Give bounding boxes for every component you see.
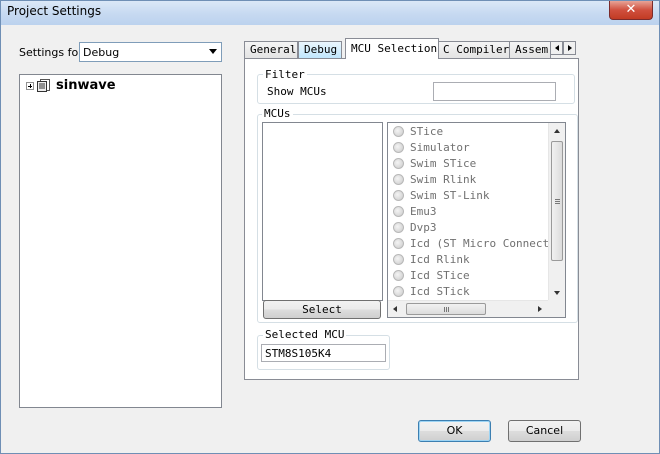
project-settings-dialog: Project Settings ✕ Settings for: Debug s… (0, 0, 660, 454)
tree-item-label: sinwave (56, 78, 116, 93)
radio-icon (393, 270, 404, 281)
show-mcus-input[interactable] (433, 82, 556, 101)
mcu-option-label: Swim STice (410, 157, 477, 170)
tab-label: Assem (515, 43, 549, 56)
horizontal-scroll-thumb[interactable] (406, 303, 486, 315)
mcu-option-label: Icd (ST Micro Connect d (410, 237, 548, 250)
mcu-category-list[interactable] (262, 122, 383, 301)
settings-for-value: Debug (83, 46, 120, 59)
radio-icon (393, 174, 404, 185)
close-button[interactable]: ✕ (609, 1, 653, 20)
filter-group-title: Filter (263, 68, 307, 81)
chevron-down-icon[interactable] (209, 49, 217, 54)
tab-scroll-left-button[interactable] (550, 41, 563, 55)
mcu-option-label: Swim ST-Link (410, 189, 490, 202)
tab-label: MCU Selection (351, 42, 438, 55)
mcu-option-label: Icd STice (410, 269, 470, 282)
tab-mcu-selection[interactable]: MCU Selection (345, 38, 439, 59)
mcu-option-label: Icd Rlink (410, 253, 470, 266)
mcu-option-label: Swim Rlink (410, 173, 477, 186)
tab-c-compiler[interactable]: C Compiler (437, 41, 510, 59)
cancel-button-label: Cancel (525, 424, 564, 437)
project-tree: sinwave (19, 74, 222, 408)
radio-icon (393, 206, 404, 217)
project-icon (37, 79, 50, 92)
selected-mcu-group-title: Selected MCU (263, 328, 347, 341)
tab-general[interactable]: General (244, 41, 298, 59)
tab-label: General (250, 43, 297, 56)
mcu-option-label: Emu3 (410, 205, 437, 218)
tab-scroll-right-button[interactable] (563, 41, 576, 55)
settings-for-label: Settings for: (19, 46, 87, 59)
selected-mcu-field: STM8S105K4 (261, 344, 386, 362)
mcus-group-title: MCUs (262, 107, 293, 120)
select-button-label: Select (302, 303, 342, 316)
arrow-right-icon (568, 45, 572, 51)
mcu-option-label: Icd STick (410, 285, 470, 298)
mcu-list[interactable]: STice Simulator Swim STice Swim Rlink Sw… (387, 122, 566, 318)
mcu-list-viewport: STice Simulator Swim STice Swim Rlink Sw… (388, 123, 548, 301)
mcu-option-label: Dvp3 (410, 221, 437, 234)
tab-label: C Compiler (443, 43, 510, 56)
mcu-selection-panel: Filter Show MCUs MCUs Select STice Simul… (244, 58, 579, 380)
scroll-down-icon[interactable] (554, 291, 560, 295)
radio-icon (393, 126, 404, 137)
mcu-list-vertical-scrollbar[interactable] (548, 123, 565, 301)
tab-label: Debug (304, 43, 338, 56)
mcu-option-label: Simulator (410, 141, 470, 154)
ok-button-label: OK (446, 424, 463, 437)
show-mcus-field[interactable] (434, 83, 555, 100)
mcu-option-label: STice (410, 125, 444, 138)
close-icon: ✕ (625, 2, 637, 17)
ok-button[interactable]: OK (418, 420, 491, 442)
show-mcus-label: Show MCUs (267, 85, 327, 98)
expand-icon[interactable] (26, 82, 34, 90)
tree-item-sinwave[interactable]: sinwave (20, 75, 220, 97)
scrollbar-corner (548, 300, 565, 317)
radio-icon (393, 190, 404, 201)
radio-icon (393, 286, 404, 297)
select-button[interactable]: Select (263, 300, 381, 319)
arrow-left-icon (555, 45, 559, 51)
title-bar[interactable]: Project Settings ✕ (1, 1, 659, 25)
settings-for-dropdown[interactable]: Debug (79, 42, 222, 62)
scroll-right-icon[interactable] (538, 306, 542, 312)
cancel-button[interactable]: Cancel (508, 420, 581, 442)
scroll-left-icon[interactable] (393, 306, 397, 312)
radio-icon (393, 222, 404, 233)
tab-assembler[interactable]: Assem (509, 41, 551, 59)
scroll-up-icon[interactable] (554, 129, 560, 133)
selected-mcu-value: STM8S105K4 (265, 347, 332, 360)
radio-icon (393, 254, 404, 265)
vertical-scroll-thumb[interactable] (551, 141, 563, 261)
radio-icon (393, 142, 404, 153)
tab-debug[interactable]: Debug (298, 41, 342, 59)
mcu-list-horizontal-scrollbar[interactable] (388, 300, 548, 317)
radio-icon (393, 238, 404, 249)
window-title: Project Settings (7, 4, 102, 18)
radio-icon (393, 158, 404, 169)
